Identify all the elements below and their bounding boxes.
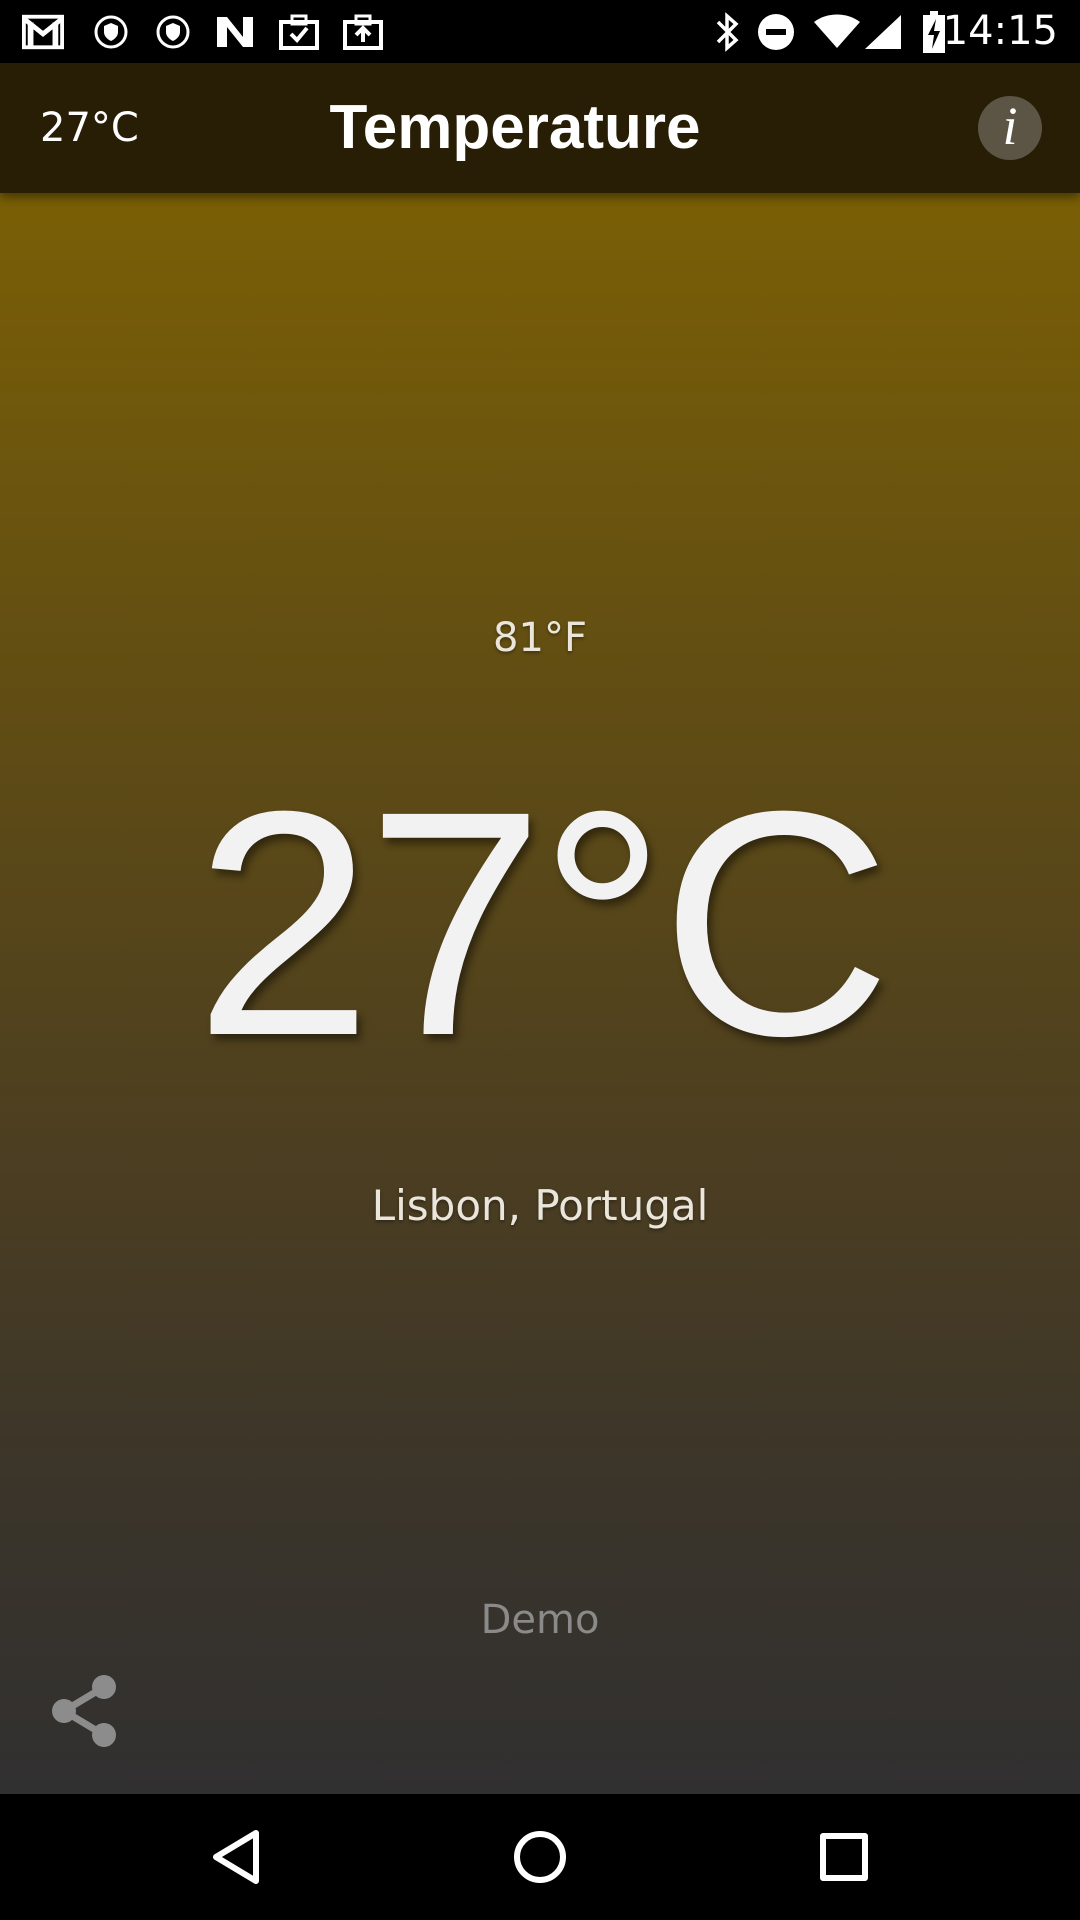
demo-label: Demo (480, 1597, 600, 1643)
info-icon: i (1002, 96, 1018, 156)
shield-icon (152, 12, 194, 52)
cell-signal-icon (862, 12, 904, 52)
recents-icon (820, 1833, 868, 1881)
briefcase-upload-icon (342, 12, 384, 52)
app-bar: 27°C Temperature i (0, 63, 1080, 193)
recents-button[interactable] (804, 1817, 884, 1897)
page-title: Temperature (329, 93, 701, 162)
share-icon (52, 1675, 116, 1747)
share-button[interactable] (48, 1673, 120, 1749)
fahrenheit-value: 81°F (493, 615, 587, 661)
navigation-bar (0, 1794, 1080, 1920)
gmail-icon (22, 12, 64, 52)
info-button[interactable]: i (978, 96, 1042, 160)
back-button[interactable] (196, 1817, 276, 1897)
temperature-panel: 81°F 27°C Lisbon, Portugal Demo (0, 193, 1080, 1794)
bluetooth-icon (706, 12, 748, 52)
app-screen: 14:15 27°C Temperature i 81°F 27°C Lisbo… (0, 0, 1080, 1920)
back-icon (213, 1830, 259, 1884)
status-time: 14:15 (942, 8, 1058, 54)
home-button[interactable] (500, 1817, 580, 1897)
do-not-disturb-icon (755, 12, 797, 52)
location-label: Lisbon, Portugal (371, 1181, 709, 1230)
briefcase-check-icon (278, 12, 320, 52)
home-icon (514, 1831, 566, 1883)
celsius-value: 27°C (194, 744, 892, 1102)
shield-icon (90, 12, 132, 52)
n-app-icon (214, 12, 256, 52)
wifi-icon (812, 12, 862, 52)
status-bar: 14:15 (0, 0, 1080, 63)
